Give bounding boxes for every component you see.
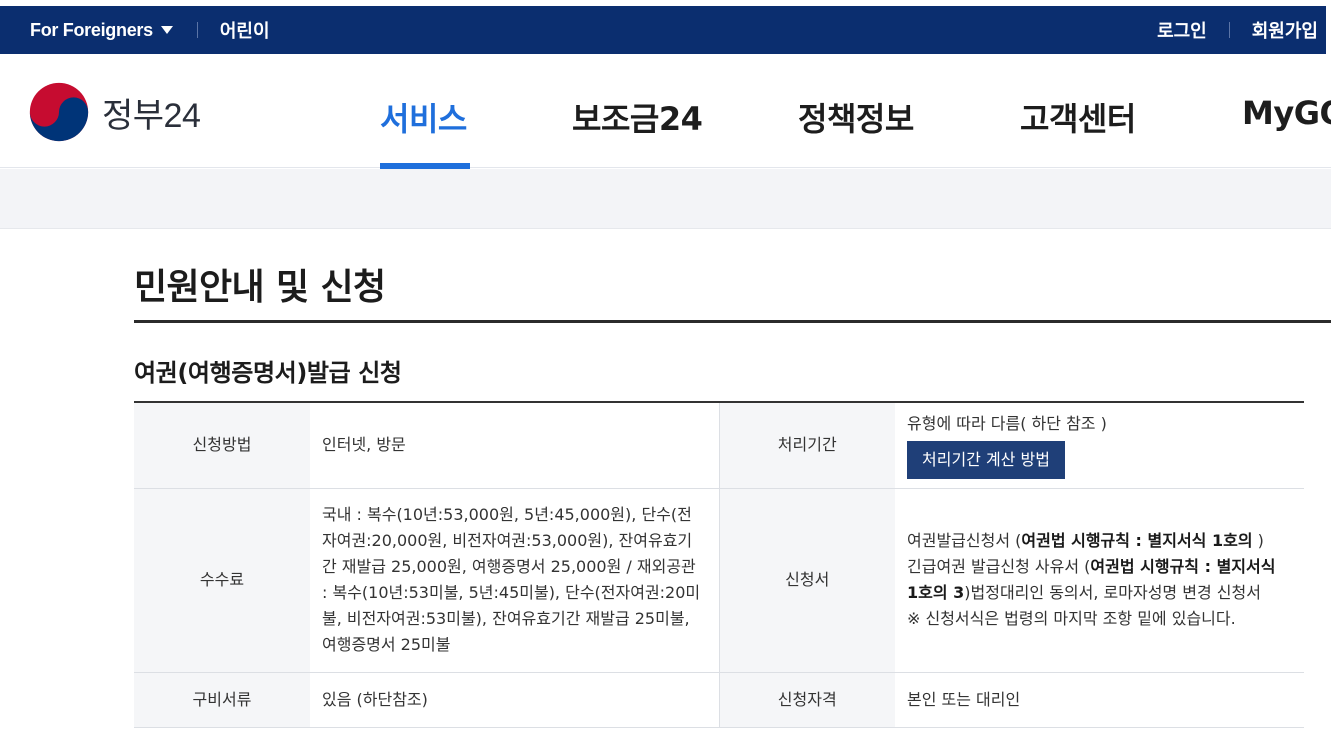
period-cell: 유형에 따라 다름( 하단 참조 ) 처리기간 계산 방법	[895, 402, 1304, 489]
period-calc-button[interactable]: 처리기간 계산 방법	[907, 441, 1065, 480]
form-note: ※ 신청서식은 법령의 마지막 조항 밑에 있습니다.	[907, 609, 1236, 628]
service-info-table: 신청방법 인터넷, 방문 처리기간 유형에 따라 다름( 하단 참조 ) 처리기…	[134, 401, 1304, 728]
form-label: 신청서	[718, 488, 895, 673]
eligibility-label: 신청자격	[718, 672, 895, 728]
fee-value: 국내 : 복수(10년:53,000원, 5년:45,000원), 단수(전자여…	[310, 488, 719, 673]
nav-item-policy-info[interactable]: 정책정보	[798, 94, 914, 140]
top-utility-bar: For Foreigners 어린이 로그인 회원가입	[0, 6, 1326, 54]
period-value: 유형에 따라 다름( 하단 참조 )	[907, 414, 1107, 434]
site-logo[interactable]: 정부24	[28, 81, 201, 143]
for-foreigners-label: For Foreigners	[30, 19, 153, 40]
page-title: 민원안내 및 신청	[134, 267, 386, 308]
section-title: 여권(여행증명서)발급 신청	[134, 359, 402, 387]
docs-label: 구비서류	[134, 672, 310, 728]
nav-item-services[interactable]: 서비스	[380, 94, 467, 140]
breadcrumb-strip	[0, 169, 1331, 229]
signup-link[interactable]: 회원가입	[1252, 17, 1318, 43]
table-row: 수수료 국내 : 복수(10년:53,000원, 5년:45,000원), 단수…	[134, 488, 1304, 673]
main-header: 정부24 서비스 보조금24 정책정보 고객센터 MyGOV	[0, 54, 1331, 169]
table-row: 구비서류 있음 (하단참조) 신청자격 본인 또는 대리인	[134, 672, 1304, 728]
divider	[1228, 22, 1230, 38]
for-foreigners-dropdown[interactable]: For Foreigners	[30, 20, 173, 41]
taegeuk-logo-icon	[29, 82, 89, 142]
nav-item-customer-center[interactable]: 고객센터	[1020, 94, 1136, 140]
form-line-2-post: )법정대리인 동의서, 로마자성명 변경 신청서	[964, 583, 1261, 602]
caret-down-icon	[160, 26, 173, 34]
nav-item-mygov[interactable]: MyGOV	[1242, 94, 1331, 132]
nav-item-subsidy24[interactable]: 보조금24	[572, 94, 703, 140]
login-link[interactable]: 로그인	[1157, 17, 1207, 43]
form-line-2: 긴급여권 발급신청 사유서 (여권법 시행규칙 : 별지서식 1호의 3)법정대…	[907, 554, 1290, 606]
table-row: 신청방법 인터넷, 방문 처리기간 유형에 따라 다름( 하단 참조 ) 처리기…	[134, 402, 1304, 489]
form-line-1-pre: 여권발급신청서 (	[907, 531, 1022, 550]
form-line-2-pre: 긴급여권 발급신청 사유서 (	[907, 557, 1091, 576]
method-label: 신청방법	[134, 402, 310, 489]
method-value: 인터넷, 방문	[310, 402, 719, 489]
title-divider	[134, 320, 1331, 323]
top-utility-right: 로그인 회원가입	[1157, 6, 1318, 54]
fee-label: 수수료	[134, 488, 310, 673]
kids-link[interactable]: 어린이	[220, 17, 270, 43]
divider	[196, 22, 198, 38]
period-label: 처리기간	[718, 402, 895, 489]
form-line-1-post: )	[1252, 531, 1264, 550]
logo-text: 정부24	[102, 96, 201, 135]
docs-value: 있음 (하단참조)	[310, 672, 719, 728]
eligibility-value: 본인 또는 대리인	[895, 672, 1304, 728]
form-line-1: 여권발급신청서 (여권법 시행규칙 : 별지서식 1호의 )	[907, 528, 1290, 554]
form-line-1-law-link[interactable]: 여권법 시행규칙 : 별지서식 1호의	[1021, 531, 1252, 550]
top-utility-left: For Foreigners 어린이	[30, 6, 270, 54]
form-cell: 여권발급신청서 (여권법 시행규칙 : 별지서식 1호의 ) 긴급여권 발급신청…	[895, 488, 1304, 673]
